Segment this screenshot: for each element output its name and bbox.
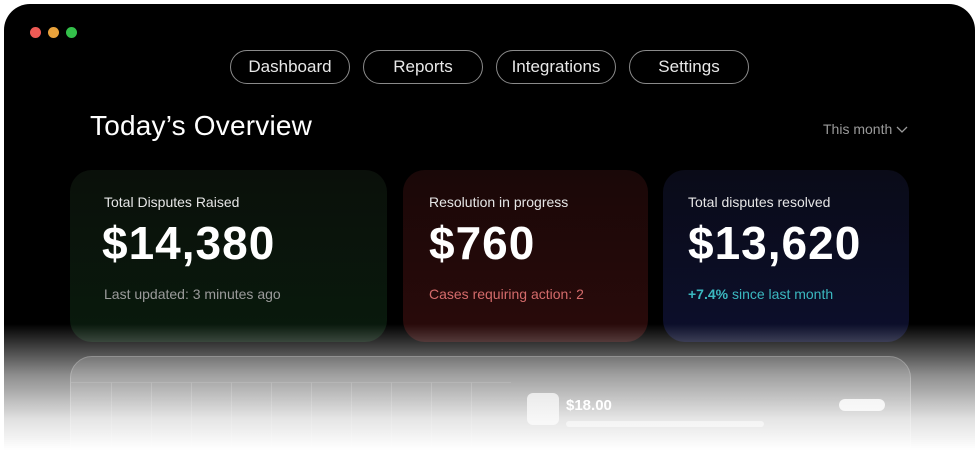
app-window: Dashboard Reports Integrations Settings … — [4, 4, 975, 450]
growth-caption: since last month — [728, 286, 834, 302]
grid-line — [391, 382, 392, 450]
card-label: Total Disputes Raised — [104, 194, 240, 210]
item-amount: $18.00 — [566, 397, 612, 414]
card-resolution-in-progress: Resolution in progress $760 Cases requir… — [403, 170, 648, 342]
chevron-down-icon — [896, 126, 908, 133]
card-footnote: +7.4% since last month — [688, 286, 833, 302]
maximize-window-button[interactable] — [66, 27, 77, 38]
grid-line — [311, 382, 312, 450]
grid-line — [71, 382, 511, 383]
card-label: Total disputes resolved — [688, 194, 831, 210]
nav-settings[interactable]: Settings — [629, 50, 749, 84]
period-selector[interactable]: This month — [823, 121, 909, 137]
lower-panel: $18.00 — [70, 356, 911, 450]
card-total-disputes-resolved: Total disputes resolved $13,620 +7.4% si… — [663, 170, 909, 342]
card-label: Resolution in progress — [429, 194, 569, 210]
grid-line — [191, 382, 192, 450]
grid-line — [431, 382, 432, 450]
card-value: $760 — [429, 217, 536, 269]
nav-dashboard[interactable]: Dashboard — [230, 50, 350, 84]
nav-reports[interactable]: Reports — [363, 50, 483, 84]
close-window-button[interactable] — [30, 27, 41, 38]
progress-track — [566, 421, 764, 427]
nav-integrations[interactable]: Integrations — [496, 50, 616, 84]
card-value: $13,620 — [688, 217, 862, 269]
card-footnote: Last updated: 3 minutes ago — [104, 286, 281, 302]
grid-line — [151, 382, 152, 450]
action-pill-button[interactable] — [839, 399, 885, 411]
top-nav: Dashboard Reports Integrations Settings — [4, 50, 975, 84]
grid-line — [351, 382, 352, 450]
grid-line — [111, 382, 112, 450]
card-value: $14,380 — [102, 217, 276, 269]
card-footnote: Cases requiring action: 2 — [429, 286, 584, 302]
growth-percent: +7.4% — [688, 286, 729, 302]
grid-line — [231, 382, 232, 450]
card-total-disputes-raised: Total Disputes Raised $14,380 Last updat… — [70, 170, 387, 342]
item-thumbnail — [527, 393, 559, 425]
minimize-window-button[interactable] — [48, 27, 59, 38]
page-title: Today’s Overview — [90, 110, 313, 141]
window-controls — [30, 27, 77, 38]
grid-line — [471, 382, 472, 450]
grid-line — [271, 382, 272, 450]
period-label: This month — [823, 121, 893, 137]
